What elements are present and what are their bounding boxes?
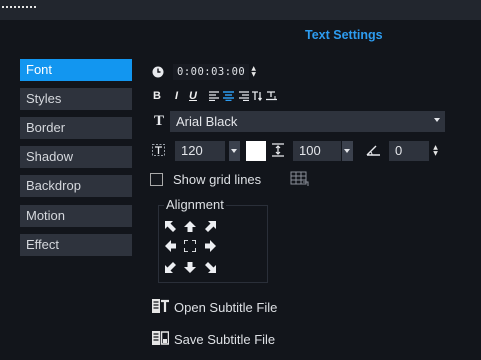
drag-grip-icon[interactable]: [2, 6, 62, 10]
sidebar-item-font[interactable]: Font: [20, 59, 132, 81]
text-orientation-icon[interactable]: [251, 91, 265, 101]
open-subtitle-button[interactable]: Open Subtitle File: [152, 299, 277, 316]
align-center-icon-button[interactable]: [184, 240, 196, 252]
sidebar-item-effect[interactable]: Effect: [20, 234, 132, 256]
align-top-right-icon[interactable]: [204, 220, 216, 232]
save-subtitle-icon: [152, 331, 174, 348]
format-toolbar: B I U: [153, 89, 279, 103]
sidebar-item-motion[interactable]: Motion: [20, 205, 132, 227]
chevron-down-icon: [434, 118, 440, 122]
angle-icon: [365, 143, 381, 157]
align-top-center-icon[interactable]: [184, 220, 196, 232]
text-settings-panel: Text Settings Font Styles Border Shadow …: [0, 0, 481, 360]
font-family-dropdown[interactable]: Arial Black: [170, 111, 445, 132]
font-family-value: Arial Black: [176, 114, 238, 129]
align-bottom-center-icon[interactable]: [184, 261, 196, 273]
font-size-dropdown-button[interactable]: [229, 141, 240, 161]
open-subtitle-icon: [152, 299, 174, 316]
align-bottom-left-icon[interactable]: [164, 261, 176, 273]
font-size-icon: [151, 143, 165, 157]
align-middle-right-icon[interactable]: [204, 240, 216, 252]
font-family-icon: T: [153, 112, 164, 129]
underline-button[interactable]: U: [189, 90, 207, 102]
alignment-label: Alignment: [164, 197, 226, 212]
sidebar-item-backdrop[interactable]: Backdrop: [20, 175, 132, 197]
italic-button[interactable]: I: [175, 90, 189, 102]
angle-stepper[interactable]: ▲ ▼: [431, 144, 440, 158]
text-color-swatch[interactable]: [246, 141, 266, 161]
panel-heading: Text Settings: [305, 28, 383, 42]
clock-icon: [151, 66, 165, 78]
bold-button[interactable]: B: [153, 90, 175, 102]
open-subtitle-label: Open Subtitle File: [174, 300, 278, 315]
show-grid-label: Show grid lines: [173, 172, 262, 187]
font-size-field[interactable]: 120: [175, 141, 225, 161]
line-spacing-field[interactable]: 100: [293, 141, 341, 161]
show-grid-checkbox[interactable]: [150, 173, 163, 186]
sidebar-item-border[interactable]: Border: [20, 117, 132, 139]
align-center-icon[interactable]: [221, 91, 235, 101]
text-baseline-icon[interactable]: [265, 91, 279, 101]
align-right-icon[interactable]: [235, 91, 251, 101]
sidebar-item-styles[interactable]: Styles: [20, 88, 132, 110]
save-subtitle-button[interactable]: Save Subtitle File: [152, 331, 275, 348]
duration-field[interactable]: 0:00:03:00: [173, 64, 250, 80]
save-subtitle-label: Save Subtitle File: [174, 332, 276, 347]
panel-title-bar[interactable]: [0, 0, 481, 20]
align-top-left-icon[interactable]: [164, 220, 176, 232]
angle-field[interactable]: 0: [389, 141, 429, 161]
duration-stepper[interactable]: ▲ ▼: [249, 65, 258, 79]
align-middle-left-icon[interactable]: [164, 240, 176, 252]
line-spacing-icon: [272, 143, 284, 157]
align-bottom-right-icon[interactable]: [204, 261, 216, 273]
line-spacing-dropdown-button[interactable]: [342, 141, 353, 161]
grid-settings-icon[interactable]: [288, 170, 310, 188]
duration-row: 0:00:03:00 ▲ ▼: [151, 64, 258, 80]
sidebar-item-shadow[interactable]: Shadow: [20, 146, 132, 168]
align-left-icon[interactable]: [207, 91, 221, 101]
